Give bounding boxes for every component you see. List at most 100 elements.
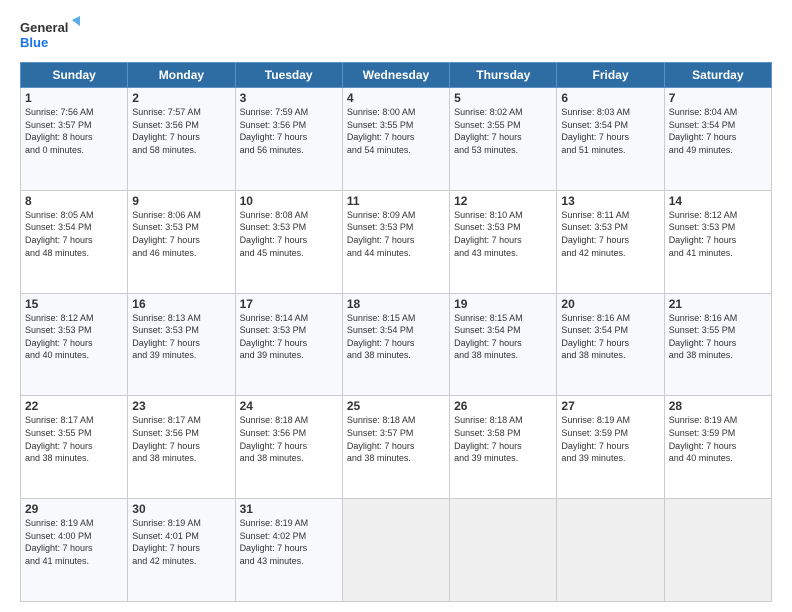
day-detail: Sunrise: 8:10 AMSunset: 3:53 PMDaylight:… xyxy=(454,209,552,259)
day-number: 8 xyxy=(25,194,123,208)
day-number: 19 xyxy=(454,297,552,311)
calendar-cell: 13Sunrise: 8:11 AMSunset: 3:53 PMDayligh… xyxy=(557,190,664,293)
day-detail: Sunrise: 8:19 AMSunset: 4:02 PMDaylight:… xyxy=(240,517,338,567)
calendar-cell: 6Sunrise: 8:03 AMSunset: 3:54 PMDaylight… xyxy=(557,88,664,191)
day-number: 30 xyxy=(132,502,230,516)
weekday-thursday: Thursday xyxy=(450,63,557,88)
day-detail: Sunrise: 8:11 AMSunset: 3:53 PMDaylight:… xyxy=(561,209,659,259)
page-header: General Blue xyxy=(20,16,772,52)
day-detail: Sunrise: 8:18 AMSunset: 3:58 PMDaylight:… xyxy=(454,414,552,464)
day-number: 10 xyxy=(240,194,338,208)
calendar-cell: 22Sunrise: 8:17 AMSunset: 3:55 PMDayligh… xyxy=(21,396,128,499)
day-number: 9 xyxy=(132,194,230,208)
day-number: 2 xyxy=(132,91,230,105)
day-detail: Sunrise: 8:05 AMSunset: 3:54 PMDaylight:… xyxy=(25,209,123,259)
calendar-cell: 29Sunrise: 8:19 AMSunset: 4:00 PMDayligh… xyxy=(21,499,128,602)
weekday-sunday: Sunday xyxy=(21,63,128,88)
day-number: 3 xyxy=(240,91,338,105)
day-number: 17 xyxy=(240,297,338,311)
day-detail: Sunrise: 8:19 AMSunset: 4:01 PMDaylight:… xyxy=(132,517,230,567)
day-detail: Sunrise: 8:13 AMSunset: 3:53 PMDaylight:… xyxy=(132,312,230,362)
svg-text:Blue: Blue xyxy=(20,35,48,50)
day-detail: Sunrise: 8:12 AMSunset: 3:53 PMDaylight:… xyxy=(669,209,767,259)
day-number: 11 xyxy=(347,194,445,208)
calendar-cell: 17Sunrise: 8:14 AMSunset: 3:53 PMDayligh… xyxy=(235,293,342,396)
day-detail: Sunrise: 8:15 AMSunset: 3:54 PMDaylight:… xyxy=(347,312,445,362)
calendar-cell: 24Sunrise: 8:18 AMSunset: 3:56 PMDayligh… xyxy=(235,396,342,499)
day-number: 1 xyxy=(25,91,123,105)
day-number: 12 xyxy=(454,194,552,208)
day-detail: Sunrise: 8:17 AMSunset: 3:56 PMDaylight:… xyxy=(132,414,230,464)
day-number: 20 xyxy=(561,297,659,311)
calendar-cell: 20Sunrise: 8:16 AMSunset: 3:54 PMDayligh… xyxy=(557,293,664,396)
day-detail: Sunrise: 8:19 AMSunset: 3:59 PMDaylight:… xyxy=(561,414,659,464)
logo-svg: General Blue xyxy=(20,16,80,52)
calendar-cell: 10Sunrise: 8:08 AMSunset: 3:53 PMDayligh… xyxy=(235,190,342,293)
calendar-cell: 16Sunrise: 8:13 AMSunset: 3:53 PMDayligh… xyxy=(128,293,235,396)
day-number: 29 xyxy=(25,502,123,516)
weekday-saturday: Saturday xyxy=(664,63,771,88)
day-number: 27 xyxy=(561,399,659,413)
weekday-wednesday: Wednesday xyxy=(342,63,449,88)
calendar-cell: 5Sunrise: 8:02 AMSunset: 3:55 PMDaylight… xyxy=(450,88,557,191)
calendar-cell: 21Sunrise: 8:16 AMSunset: 3:55 PMDayligh… xyxy=(664,293,771,396)
day-detail: Sunrise: 8:17 AMSunset: 3:55 PMDaylight:… xyxy=(25,414,123,464)
day-number: 21 xyxy=(669,297,767,311)
calendar-cell: 12Sunrise: 8:10 AMSunset: 3:53 PMDayligh… xyxy=(450,190,557,293)
day-detail: Sunrise: 8:16 AMSunset: 3:55 PMDaylight:… xyxy=(669,312,767,362)
day-number: 31 xyxy=(240,502,338,516)
calendar-cell: 4Sunrise: 8:00 AMSunset: 3:55 PMDaylight… xyxy=(342,88,449,191)
weekday-header-row: SundayMondayTuesdayWednesdayThursdayFrid… xyxy=(21,63,772,88)
weekday-tuesday: Tuesday xyxy=(235,63,342,88)
day-detail: Sunrise: 8:04 AMSunset: 3:54 PMDaylight:… xyxy=(669,106,767,156)
calendar-week-1: 1Sunrise: 7:56 AMSunset: 3:57 PMDaylight… xyxy=(21,88,772,191)
day-number: 16 xyxy=(132,297,230,311)
day-detail: Sunrise: 8:18 AMSunset: 3:56 PMDaylight:… xyxy=(240,414,338,464)
calendar-cell: 18Sunrise: 8:15 AMSunset: 3:54 PMDayligh… xyxy=(342,293,449,396)
calendar-cell xyxy=(342,499,449,602)
calendar-cell: 23Sunrise: 8:17 AMSunset: 3:56 PMDayligh… xyxy=(128,396,235,499)
day-number: 15 xyxy=(25,297,123,311)
calendar-cell: 25Sunrise: 8:18 AMSunset: 3:57 PMDayligh… xyxy=(342,396,449,499)
day-number: 4 xyxy=(347,91,445,105)
day-number: 18 xyxy=(347,297,445,311)
day-number: 28 xyxy=(669,399,767,413)
calendar-cell: 2Sunrise: 7:57 AMSunset: 3:56 PMDaylight… xyxy=(128,88,235,191)
day-detail: Sunrise: 8:02 AMSunset: 3:55 PMDaylight:… xyxy=(454,106,552,156)
calendar-cell: 15Sunrise: 8:12 AMSunset: 3:53 PMDayligh… xyxy=(21,293,128,396)
calendar-cell: 31Sunrise: 8:19 AMSunset: 4:02 PMDayligh… xyxy=(235,499,342,602)
calendar-week-2: 8Sunrise: 8:05 AMSunset: 3:54 PMDaylight… xyxy=(21,190,772,293)
weekday-friday: Friday xyxy=(557,63,664,88)
day-number: 7 xyxy=(669,91,767,105)
calendar-cell: 7Sunrise: 8:04 AMSunset: 3:54 PMDaylight… xyxy=(664,88,771,191)
day-detail: Sunrise: 7:56 AMSunset: 3:57 PMDaylight:… xyxy=(25,106,123,156)
day-detail: Sunrise: 8:09 AMSunset: 3:53 PMDaylight:… xyxy=(347,209,445,259)
day-detail: Sunrise: 8:14 AMSunset: 3:53 PMDaylight:… xyxy=(240,312,338,362)
calendar-cell: 8Sunrise: 8:05 AMSunset: 3:54 PMDaylight… xyxy=(21,190,128,293)
calendar-cell: 30Sunrise: 8:19 AMSunset: 4:01 PMDayligh… xyxy=(128,499,235,602)
calendar-cell: 28Sunrise: 8:19 AMSunset: 3:59 PMDayligh… xyxy=(664,396,771,499)
day-detail: Sunrise: 7:57 AMSunset: 3:56 PMDaylight:… xyxy=(132,106,230,156)
calendar-cell: 14Sunrise: 8:12 AMSunset: 3:53 PMDayligh… xyxy=(664,190,771,293)
calendar-week-5: 29Sunrise: 8:19 AMSunset: 4:00 PMDayligh… xyxy=(21,499,772,602)
day-detail: Sunrise: 8:18 AMSunset: 3:57 PMDaylight:… xyxy=(347,414,445,464)
calendar-cell: 11Sunrise: 8:09 AMSunset: 3:53 PMDayligh… xyxy=(342,190,449,293)
day-number: 24 xyxy=(240,399,338,413)
calendar-cell: 19Sunrise: 8:15 AMSunset: 3:54 PMDayligh… xyxy=(450,293,557,396)
calendar-cell: 9Sunrise: 8:06 AMSunset: 3:53 PMDaylight… xyxy=(128,190,235,293)
day-detail: Sunrise: 8:12 AMSunset: 3:53 PMDaylight:… xyxy=(25,312,123,362)
day-detail: Sunrise: 8:06 AMSunset: 3:53 PMDaylight:… xyxy=(132,209,230,259)
day-detail: Sunrise: 8:19 AMSunset: 3:59 PMDaylight:… xyxy=(669,414,767,464)
calendar-cell xyxy=(557,499,664,602)
calendar-cell: 3Sunrise: 7:59 AMSunset: 3:56 PMDaylight… xyxy=(235,88,342,191)
logo: General Blue xyxy=(20,16,80,52)
day-number: 5 xyxy=(454,91,552,105)
calendar-cell: 26Sunrise: 8:18 AMSunset: 3:58 PMDayligh… xyxy=(450,396,557,499)
calendar-cell: 1Sunrise: 7:56 AMSunset: 3:57 PMDaylight… xyxy=(21,88,128,191)
calendar-cell xyxy=(664,499,771,602)
day-number: 23 xyxy=(132,399,230,413)
day-detail: Sunrise: 8:15 AMSunset: 3:54 PMDaylight:… xyxy=(454,312,552,362)
day-number: 6 xyxy=(561,91,659,105)
day-number: 13 xyxy=(561,194,659,208)
day-detail: Sunrise: 8:19 AMSunset: 4:00 PMDaylight:… xyxy=(25,517,123,567)
